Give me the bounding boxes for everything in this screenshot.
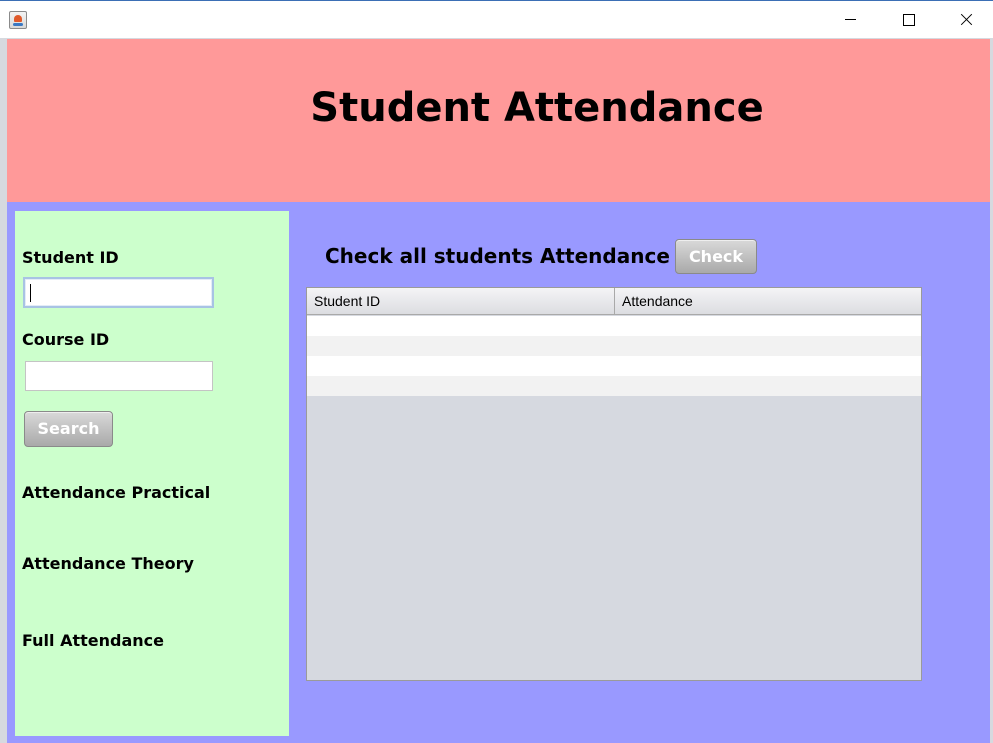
full-attendance-label: Full Attendance xyxy=(22,631,164,650)
attendance-practical-label: Attendance Practical xyxy=(22,483,211,502)
table-row[interactable] xyxy=(307,356,921,376)
window-titlebar xyxy=(0,0,993,38)
student-id-input[interactable] xyxy=(23,277,214,308)
java-app-icon xyxy=(9,11,27,29)
column-header-student-id[interactable]: Student ID xyxy=(307,288,615,314)
page-title: Student Attendance xyxy=(310,85,764,131)
attendance-table[interactable]: Student ID Attendance xyxy=(306,287,922,681)
search-button[interactable]: Search xyxy=(24,411,113,447)
minimize-icon[interactable] xyxy=(822,1,880,39)
table-row[interactable] xyxy=(307,316,921,336)
header-panel: Student Attendance xyxy=(7,39,990,202)
close-icon[interactable] xyxy=(938,1,993,39)
text-caret xyxy=(30,284,31,302)
maximize-icon[interactable] xyxy=(880,1,938,39)
course-id-input[interactable] xyxy=(25,361,213,391)
column-header-attendance[interactable]: Attendance xyxy=(615,288,921,314)
table-row[interactable] xyxy=(307,376,921,396)
check-all-label: Check all students Attendance xyxy=(325,244,670,268)
check-button[interactable]: Check xyxy=(675,239,757,274)
student-id-label: Student ID xyxy=(22,248,119,267)
table-row[interactable] xyxy=(307,336,921,356)
table-header: Student ID Attendance xyxy=(307,288,921,315)
attendance-theory-label: Attendance Theory xyxy=(22,554,194,573)
course-id-label: Course ID xyxy=(22,330,110,349)
